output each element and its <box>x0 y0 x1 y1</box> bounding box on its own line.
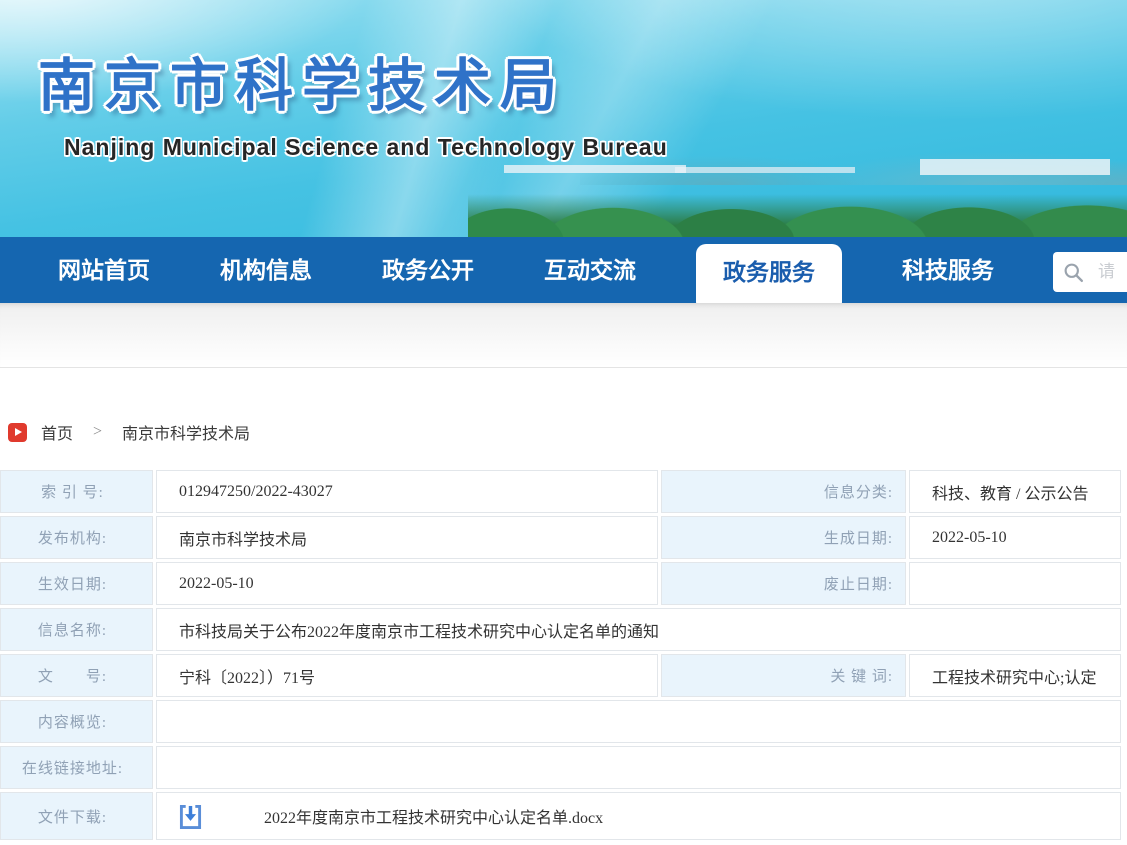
header-banner: 南京市科学技术局 Nanjing Municipal Science and T… <box>0 0 1127 237</box>
table-row: 文件下载: 2022年度南京市工程技术研究中心认定名单.docx <box>0 792 1121 840</box>
created-date-label: 生成日期: <box>661 516 906 559</box>
site-title-english: Nanjing Municipal Science and Technology… <box>64 134 668 161</box>
info-category-label: 信息分类: <box>661 470 906 513</box>
keywords-label: 关 键 词: <box>661 654 906 697</box>
index-number-label: 索 引 号: <box>0 470 153 513</box>
breadcrumb-play-icon <box>8 423 27 442</box>
main-nav: 网站首页 机构信息 政务公开 互动交流 政务服务 科技服务 <box>0 237 1127 303</box>
issuer-value: 南京市科学技术局 <box>156 516 658 559</box>
created-date-value: 2022-05-10 <box>909 516 1121 559</box>
breadcrumb: 首页 > 南京市科学技术局 <box>8 420 250 444</box>
table-row: 发布机构: 南京市科学技术局 生成日期: 2022-05-10 <box>0 516 1121 559</box>
banner-treeline <box>468 163 1127 237</box>
keywords-value: 工程技术研究中心;认定 <box>909 654 1121 697</box>
search-icon[interactable] <box>1063 262 1084 283</box>
effective-date-value: 2022-05-10 <box>156 562 658 605</box>
issuer-label: 发布机构: <box>0 516 153 559</box>
file-download-label: 文件下载: <box>0 792 153 840</box>
breadcrumb-home-link[interactable]: 首页 <box>41 420 73 444</box>
download-icon[interactable] <box>179 804 202 830</box>
search-box[interactable] <box>1053 252 1127 292</box>
overview-label: 内容概览: <box>0 700 153 743</box>
breadcrumb-separator: > <box>93 423 102 441</box>
breadcrumb-current: 南京市科学技术局 <box>122 420 250 444</box>
index-number-value: 012947250/2022-43027 <box>156 470 658 513</box>
secondary-menu-strip <box>0 303 1127 368</box>
table-row: 索 引 号: 012947250/2022-43027 信息分类: 科技、教育 … <box>0 470 1121 513</box>
doc-number-value: 宁科〔2022〕）71号 <box>156 654 658 697</box>
download-file-link[interactable]: 2022年度南京市工程技术研究中心认定名单.docx <box>264 804 603 828</box>
info-category-value: 科技、教育 / 公示公告 <box>909 470 1121 513</box>
search-input[interactable] <box>1096 261 1127 283</box>
info-name-value: 市科技局关于公布2022年度南京市工程技术研究中心认定名单的通知 <box>156 608 1121 651</box>
nav-item-home[interactable]: 网站首页 <box>48 237 160 303</box>
document-info-table: 索 引 号: 012947250/2022-43027 信息分类: 科技、教育 … <box>0 467 1124 843</box>
nav-item-org-info[interactable]: 机构信息 <box>210 237 322 303</box>
table-row: 信息名称: 市科技局关于公布2022年度南京市工程技术研究中心认定名单的通知 <box>0 608 1121 651</box>
overview-value <box>156 700 1121 743</box>
online-link-value <box>156 746 1121 789</box>
info-name-label: 信息名称: <box>0 608 153 651</box>
table-row: 生效日期: 2022-05-10 废止日期: <box>0 562 1121 605</box>
table-row: 在线链接地址: <box>0 746 1121 789</box>
repeal-date-label: 废止日期: <box>661 562 906 605</box>
nav-item-gov-services-active[interactable]: 政务服务 <box>696 244 842 312</box>
nav-item-tech-services[interactable]: 科技服务 <box>892 237 1004 303</box>
doc-number-label: 文 号: <box>0 654 153 697</box>
repeal-date-value <box>909 562 1121 605</box>
effective-date-label: 生效日期: <box>0 562 153 605</box>
table-row: 内容概览: <box>0 700 1121 743</box>
site-title: 南京市科学技术局 <box>38 40 566 122</box>
online-link-label: 在线链接地址: <box>0 746 153 789</box>
nav-item-gov-disclosure[interactable]: 政务公开 <box>372 237 484 303</box>
nav-item-interaction[interactable]: 互动交流 <box>534 237 646 303</box>
table-row: 文 号: 宁科〔2022〕）71号 关 键 词: 工程技术研究中心;认定 <box>0 654 1121 697</box>
